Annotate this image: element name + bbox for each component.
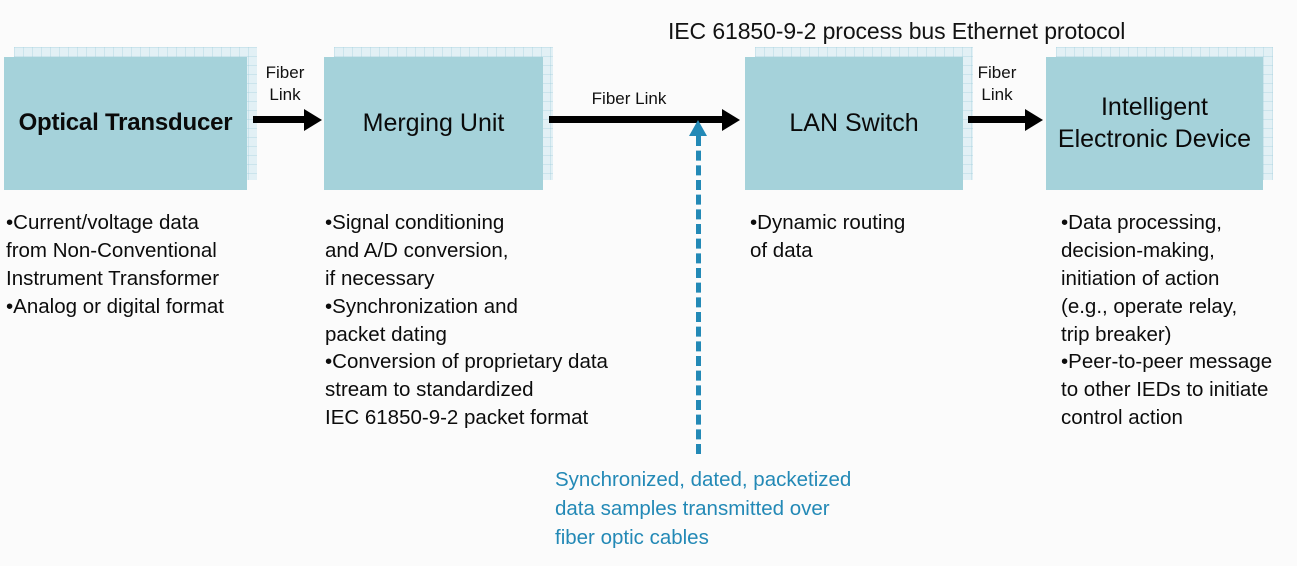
node-optical-transducer[interactable]: Optical Transducer <box>4 47 257 190</box>
node-label: Optical Transducer <box>18 109 233 137</box>
process-bus-dashed-connector <box>696 136 701 454</box>
arrow-transducer-to-merging-unit <box>253 116 305 123</box>
ied-details: •Data processing, decision-making, initi… <box>1061 211 1273 430</box>
node-face: Optical Transducer <box>4 57 247 190</box>
node-merging-unit[interactable]: Merging Unit <box>324 47 553 190</box>
page-title: IEC 61850-9-2 process bus Ethernet proto… <box>668 18 1126 44</box>
merging-unit-details: •Signal conditioning and A/D conversion,… <box>325 211 608 430</box>
node-face: Merging Unit <box>324 57 543 190</box>
optical-transducer-details: •Current/voltage data from Non-Conventio… <box>6 211 224 318</box>
process-bus-annotation-text: Synchronized, dated, packetized data sam… <box>555 468 852 550</box>
node-label: LAN Switch <box>789 108 919 137</box>
node-label: Intelligent Electronic Device <box>1057 92 1252 153</box>
node-face: LAN Switch <box>745 57 963 190</box>
node-intelligent-electronic-device[interactable]: Intelligent Electronic Device <box>1046 47 1273 190</box>
link-label-switch-to-ied: Fiber Link <box>977 63 1017 104</box>
node-lan-switch[interactable]: LAN Switch <box>745 47 973 190</box>
node-label: Merging Unit <box>362 108 505 137</box>
diagram-canvas: IEC 61850-9-2 process bus Ethernet proto… <box>0 0 1297 566</box>
process-bus-arrow-head-icon <box>689 120 707 136</box>
node-face: Intelligent Electronic Device <box>1046 57 1263 190</box>
link-label-transducer-to-merging-unit: Fiber Link <box>265 63 305 104</box>
lan-switch-details: •Dynamic routing of data <box>750 211 906 262</box>
link-label-merging-unit-to-switch: Fiber Link <box>591 89 667 108</box>
arrow-switch-to-ied <box>968 116 1026 123</box>
